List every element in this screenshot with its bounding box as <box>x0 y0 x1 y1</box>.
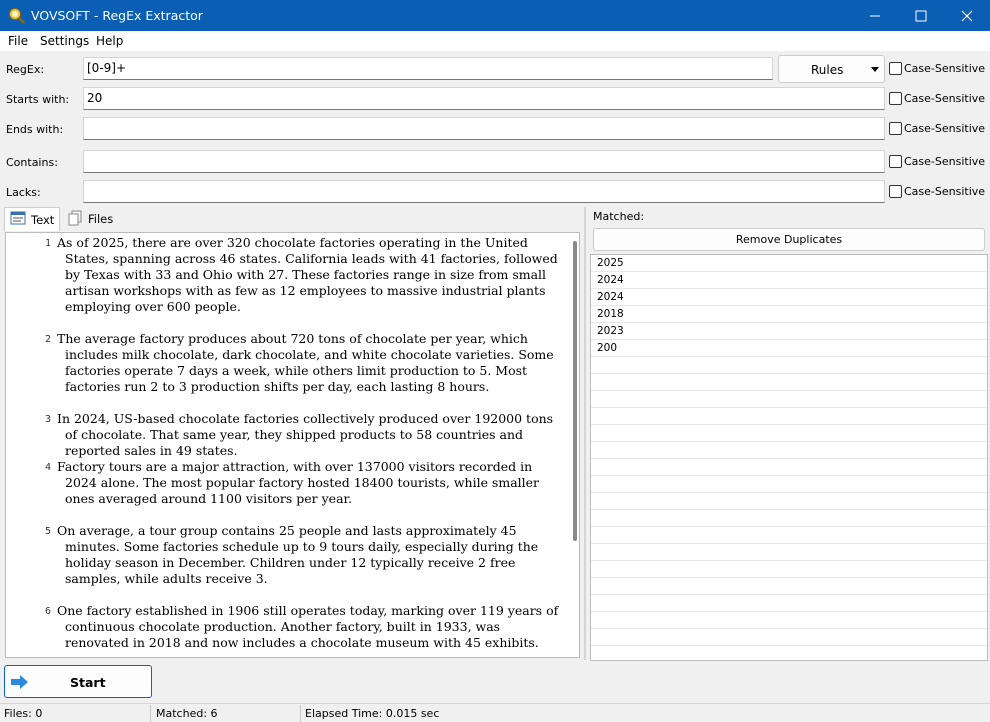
list-item[interactable]: 2023 <box>591 323 987 340</box>
text-line: As of 2025, there are over 320 chocolate… <box>57 235 558 314</box>
starts-with-label: Starts with: <box>6 93 70 106</box>
tab-text[interactable]: Text <box>4 207 60 231</box>
start-label: Start <box>70 675 106 690</box>
list-item[interactable]: 200 <box>591 340 987 357</box>
list-item[interactable]: 2018 <box>591 306 987 323</box>
status-divider <box>150 705 151 722</box>
close-icon <box>961 10 973 22</box>
lacks-case-sensitive-checkbox[interactable]: Case-Sensitive <box>889 185 985 198</box>
line-number: 6 <box>44 606 51 617</box>
empty-row <box>591 442 987 459</box>
case-sensitive-label: Case-Sensitive <box>904 155 986 168</box>
title-bar: VOVSOFT - RegEx Extractor <box>0 0 990 31</box>
empty-row <box>591 459 987 476</box>
empty-row <box>591 629 987 646</box>
lacks-label: Lacks: <box>6 186 41 199</box>
app-icon <box>9 8 25 24</box>
regex-input[interactable]: [0-9]+ <box>83 57 773 80</box>
regex-case-sensitive-checkbox[interactable]: Case-Sensitive <box>889 62 985 75</box>
list-item[interactable]: 2024 <box>591 272 987 289</box>
arrow-right-icon <box>11 675 28 689</box>
empty-row <box>591 391 987 408</box>
text-line: Factory tours are a major attraction, wi… <box>57 459 540 506</box>
panel-splitter[interactable] <box>584 207 586 660</box>
document-icon <box>10 211 26 225</box>
matched-label: Matched: <box>593 210 645 223</box>
case-sensitive-label: Case-Sensitive <box>904 62 986 75</box>
empty-row <box>591 374 987 391</box>
menu-bar: File Settings Help <box>0 31 990 51</box>
minimize-button[interactable] <box>852 0 898 31</box>
start-button[interactable]: Start <box>4 665 152 698</box>
chevron-down-icon <box>871 67 879 72</box>
empty-row <box>591 493 987 510</box>
maximize-icon <box>915 10 927 22</box>
line-number: 2 <box>44 334 51 345</box>
checkbox-icon <box>889 155 902 168</box>
regex-label: RegEx: <box>6 63 45 76</box>
status-divider <box>300 705 301 722</box>
empty-row <box>591 612 987 629</box>
menu-file[interactable]: File <box>8 34 28 48</box>
ends-with-case-sensitive-checkbox[interactable]: Case-Sensitive <box>889 122 985 135</box>
case-sensitive-label: Case-Sensitive <box>904 122 986 135</box>
starts-with-case-sensitive-checkbox[interactable]: Case-Sensitive <box>889 92 985 105</box>
case-sensitive-label: Case-Sensitive <box>904 185 986 198</box>
ends-with-label: Ends with: <box>6 123 64 136</box>
checkbox-icon <box>889 62 902 75</box>
maximize-button[interactable] <box>898 0 944 31</box>
empty-row <box>591 561 987 578</box>
contains-label: Contains: <box>6 156 58 169</box>
contains-input[interactable] <box>83 150 885 173</box>
line-number: 3 <box>44 414 51 425</box>
files-icon <box>68 210 82 226</box>
empty-row <box>591 357 987 374</box>
checkbox-icon <box>889 122 902 135</box>
tab-files-label: Files <box>88 212 114 226</box>
remove-duplicates-button[interactable]: Remove Duplicates <box>593 228 985 251</box>
status-bar: Files: 0 Matched: 6 Elapsed Time: 0.015 … <box>0 703 990 722</box>
status-elapsed: Elapsed Time: 0.015 sec <box>305 707 440 720</box>
rules-label: Rules <box>811 63 844 77</box>
text-editor[interactable]: 1 As of 2025, there are over 320 chocola… <box>5 232 580 658</box>
status-files: Files: 0 <box>4 707 43 720</box>
lacks-input[interactable] <box>83 180 885 203</box>
case-sensitive-label: Case-Sensitive <box>904 92 986 105</box>
empty-row <box>591 476 987 493</box>
empty-row <box>591 544 987 561</box>
tab-text-label: Text <box>31 213 55 227</box>
empty-row <box>591 527 987 544</box>
editor-scrollbar[interactable] <box>573 241 577 541</box>
text-line: On average, a tour group contains 25 peo… <box>57 523 539 586</box>
text-line: One factory established in 1906 still op… <box>57 603 559 650</box>
text-line: The average factory produces about 720 t… <box>57 331 554 394</box>
tab-files[interactable]: Files <box>62 207 122 231</box>
status-matched: Matched: 6 <box>156 707 218 720</box>
close-button[interactable] <box>944 0 990 31</box>
contains-case-sensitive-checkbox[interactable]: Case-Sensitive <box>889 155 985 168</box>
checkbox-icon <box>889 185 902 198</box>
list-item[interactable]: 2025 <box>591 255 987 272</box>
matched-list[interactable]: 2025 2024 2024 2018 2023 200 <box>590 254 988 661</box>
menu-help[interactable]: Help <box>96 34 123 48</box>
empty-row <box>591 595 987 612</box>
line-number: 5 <box>44 526 51 537</box>
line-number: 4 <box>44 462 51 473</box>
empty-row <box>591 510 987 527</box>
line-number: 1 <box>44 238 51 249</box>
checkbox-icon <box>889 92 902 105</box>
window-title: VOVSOFT - RegEx Extractor <box>31 8 203 23</box>
empty-row <box>591 425 987 442</box>
list-item[interactable]: 2024 <box>591 289 987 306</box>
ends-with-input[interactable] <box>83 117 885 140</box>
rules-dropdown[interactable]: Rules <box>778 55 885 83</box>
starts-with-input[interactable]: 20 <box>83 87 885 110</box>
minimize-icon <box>870 15 880 17</box>
text-line: In 2024, US-based chocolate factories co… <box>57 411 554 458</box>
empty-row <box>591 408 987 425</box>
empty-row <box>591 578 987 595</box>
menu-settings[interactable]: Settings <box>40 34 89 48</box>
